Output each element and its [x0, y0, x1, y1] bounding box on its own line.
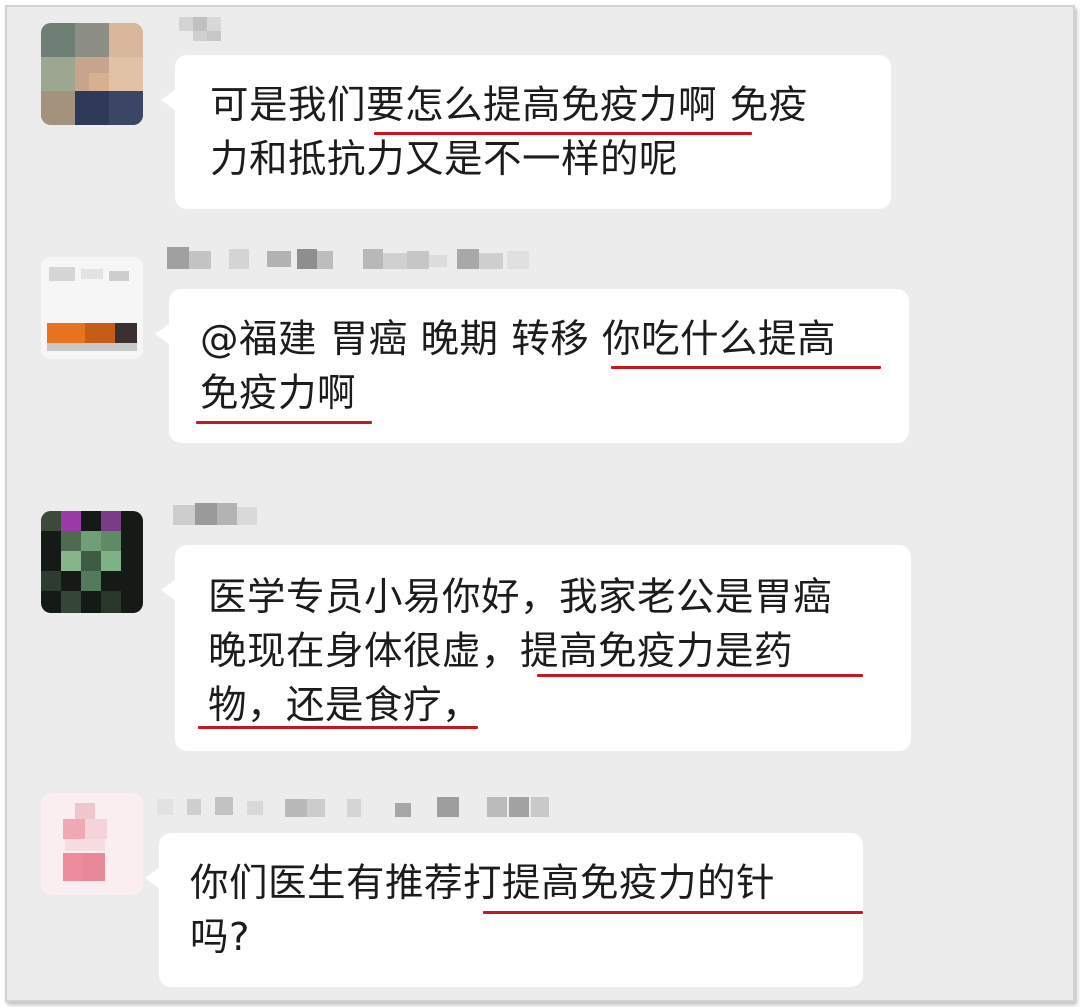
- sender-name-1: [179, 13, 235, 43]
- message-line: 可是我们要怎么提高免疫力啊 免疫: [210, 83, 808, 128]
- highlight-underline: [483, 911, 863, 914]
- highlight-underline: [198, 726, 478, 729]
- message-bubble-2[interactable]: @福建 胃癌 晚期 转移 你吃什么提高 免疫力啊: [155, 289, 909, 443]
- message-line: 力和抵抗力又是不一样的呢: [210, 137, 679, 182]
- message-line: 晚现在身体很虚，提高免疫力是药: [208, 629, 794, 674]
- highlight-underline: [196, 421, 372, 424]
- avatar-1[interactable]: [41, 23, 143, 125]
- sender-name-3: [173, 499, 259, 529]
- message-line: 吗?: [190, 915, 250, 960]
- sender-name-2: [167, 243, 543, 273]
- highlight-underline: [611, 366, 881, 369]
- avatar-2[interactable]: [41, 257, 143, 359]
- highlight-underline: [374, 132, 752, 135]
- message-line: 你们医生有推荐打提高免疫力的针: [190, 861, 776, 906]
- sender-name-4: [157, 791, 553, 821]
- message-bubble-4[interactable]: 你们医生有推荐打提高免疫力的针 吗?: [145, 833, 863, 987]
- highlight-underline: [537, 674, 863, 677]
- message-line: 免疫力啊: [200, 371, 357, 416]
- message-bubble-1[interactable]: 可是我们要怎么提高免疫力啊 免疫 力和抵抗力又是不一样的呢: [161, 55, 891, 209]
- chat-window: 可是我们要怎么提高免疫力啊 免疫 力和抵抗力又是不一样的呢 @福建 胃癌 晚期 …: [5, 5, 1075, 1002]
- message-line: @福建 胃癌 晚期 转移 你吃什么提高: [200, 317, 836, 362]
- message-bubble-3[interactable]: 医学专员小易你好，我家老公是胃癌 晚现在身体很虚，提高免疫力是药 物，还是食疗，: [161, 545, 911, 751]
- message-line: 医学专员小易你好，我家老公是胃癌: [208, 575, 833, 620]
- avatar-4[interactable]: [41, 793, 143, 895]
- message-line: 物，还是食疗，: [208, 683, 482, 728]
- avatar-3[interactable]: [41, 511, 143, 613]
